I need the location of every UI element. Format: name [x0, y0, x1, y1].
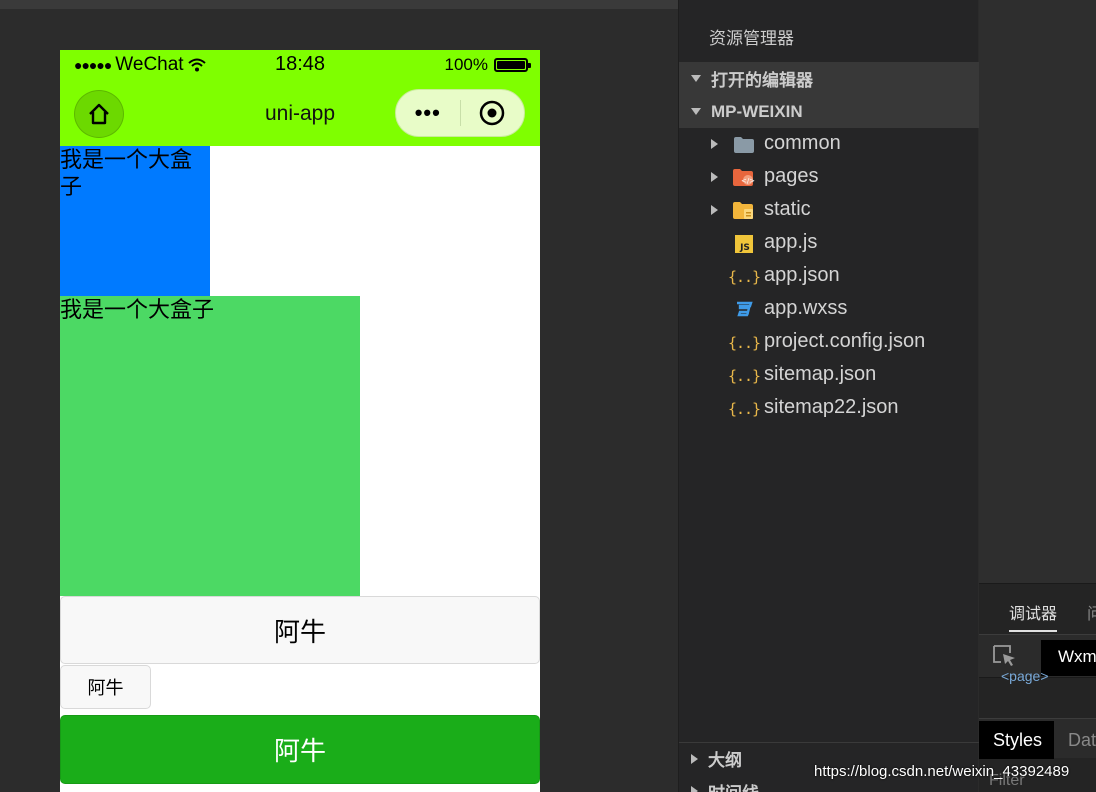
tab-styles[interactable]: Styles: [979, 721, 1054, 759]
more-button[interactable]: •••: [396, 100, 460, 126]
open-editors-label: 打开的编辑器: [711, 71, 813, 90]
chevron-right-icon: [711, 205, 718, 215]
json-icon: {..}: [727, 400, 761, 418]
svg-text:</>: </>: [741, 177, 755, 185]
tree-item-static[interactable]: static: [679, 194, 979, 227]
tree-item-app-json[interactable]: {..} app.json: [679, 260, 979, 293]
tree-item-label: static: [764, 198, 811, 220]
devtools-panel: 调试器 问 Wxml <page> Styles Data Filter: [979, 583, 1096, 792]
target-close-icon: [480, 100, 505, 126]
tree-item-label: sitemap.json: [764, 363, 877, 385]
tree-item-sitemap22[interactable]: {..} sitemap22.json: [679, 392, 979, 425]
tree-item-common[interactable]: common: [679, 128, 979, 161]
timeline-label: 时间线: [708, 779, 759, 792]
tree-item-label: pages: [764, 165, 819, 187]
pages-folder-icon: </>: [733, 168, 755, 188]
folder-icon: [733, 135, 755, 155]
explorer-panel: 资源管理器 打开的编辑器 MP-WEIXIN common </> pages …: [678, 0, 979, 792]
primary-button[interactable]: 阿牛: [60, 715, 540, 784]
json-icon: {..}: [727, 334, 761, 352]
navigation-bar: uni-app •••: [60, 80, 540, 146]
tree-item-app-js[interactable]: JS app.js: [679, 227, 979, 260]
json-icon: {..}: [727, 367, 761, 385]
tree-item-label: app.wxss: [764, 297, 848, 319]
tree-item-sitemap[interactable]: {..} sitemap.json: [679, 359, 979, 392]
watermark-url: https://blog.csdn.net/weixin_43392489: [814, 763, 1070, 780]
menu-capsule: •••: [395, 89, 525, 137]
blue-box: 我是一个大盒子: [60, 146, 210, 296]
tree-item-project-config[interactable]: {..} project.config.json: [679, 326, 979, 359]
tree-item-label: sitemap22.json: [764, 396, 899, 418]
chevron-right-icon: [711, 172, 718, 182]
simulator-toolbar: [0, 0, 678, 9]
battery-indicator: 100%: [444, 55, 531, 75]
battery-percent: 100%: [444, 55, 488, 74]
simulator-panel: ●●●●● WeChat 18:48 100% uni-app ••• 我是一个…: [0, 0, 678, 792]
chevron-right-icon: [691, 786, 698, 792]
chevron-down-icon: [691, 108, 701, 115]
battery-level: [497, 61, 525, 69]
phone-screen: ●●●●● WeChat 18:48 100% uni-app ••• 我是一个…: [60, 50, 540, 792]
tree-item-label: project.config.json: [764, 330, 926, 352]
project-label: MP-WEIXIN: [711, 101, 803, 121]
green-box: 我是一个大盒子: [60, 296, 360, 596]
tree-item-label: app.json: [764, 264, 840, 286]
mini-button[interactable]: 阿牛: [60, 665, 151, 709]
tree-item-app-wxss[interactable]: app.wxss: [679, 293, 979, 326]
static-folder-icon: [733, 201, 755, 221]
outline-label: 大纲: [708, 751, 742, 770]
battery-icon: [494, 58, 531, 72]
editor-surface: [979, 0, 1096, 583]
tab-data[interactable]: Data: [1068, 730, 1096, 751]
chevron-right-icon: [711, 139, 718, 149]
json-icon: {..}: [727, 268, 761, 286]
explorer-title: 资源管理器: [709, 29, 794, 48]
close-capsule-button[interactable]: [461, 99, 525, 127]
default-button[interactable]: 阿牛: [60, 596, 540, 664]
tree-item-label: app.js: [764, 231, 818, 253]
chevron-down-icon: [691, 75, 701, 82]
project-section[interactable]: MP-WEIXIN: [679, 95, 979, 128]
styles-tabbar: Styles Data: [979, 718, 1096, 759]
chevron-right-icon: [691, 753, 698, 764]
tab-wxml[interactable]: Wxml: [1041, 640, 1096, 676]
open-editors-section[interactable]: 打开的编辑器: [679, 62, 979, 95]
status-bar: ●●●●● WeChat 18:48 100%: [60, 50, 540, 80]
dom-tree-node[interactable]: <page>: [1001, 668, 1049, 684]
tab-debugger[interactable]: 调试器: [1009, 600, 1058, 632]
svg-text:JS: JS: [739, 243, 750, 253]
tab-problems[interactable]: 问: [1087, 600, 1096, 624]
js-icon: JS: [733, 234, 755, 254]
tree-item-pages[interactable]: </> pages: [679, 161, 979, 194]
css-icon: [733, 300, 755, 320]
editor-area: 调试器 问 Wxml <page> Styles Data Filter: [979, 0, 1096, 792]
tree-item-label: common: [764, 132, 841, 154]
